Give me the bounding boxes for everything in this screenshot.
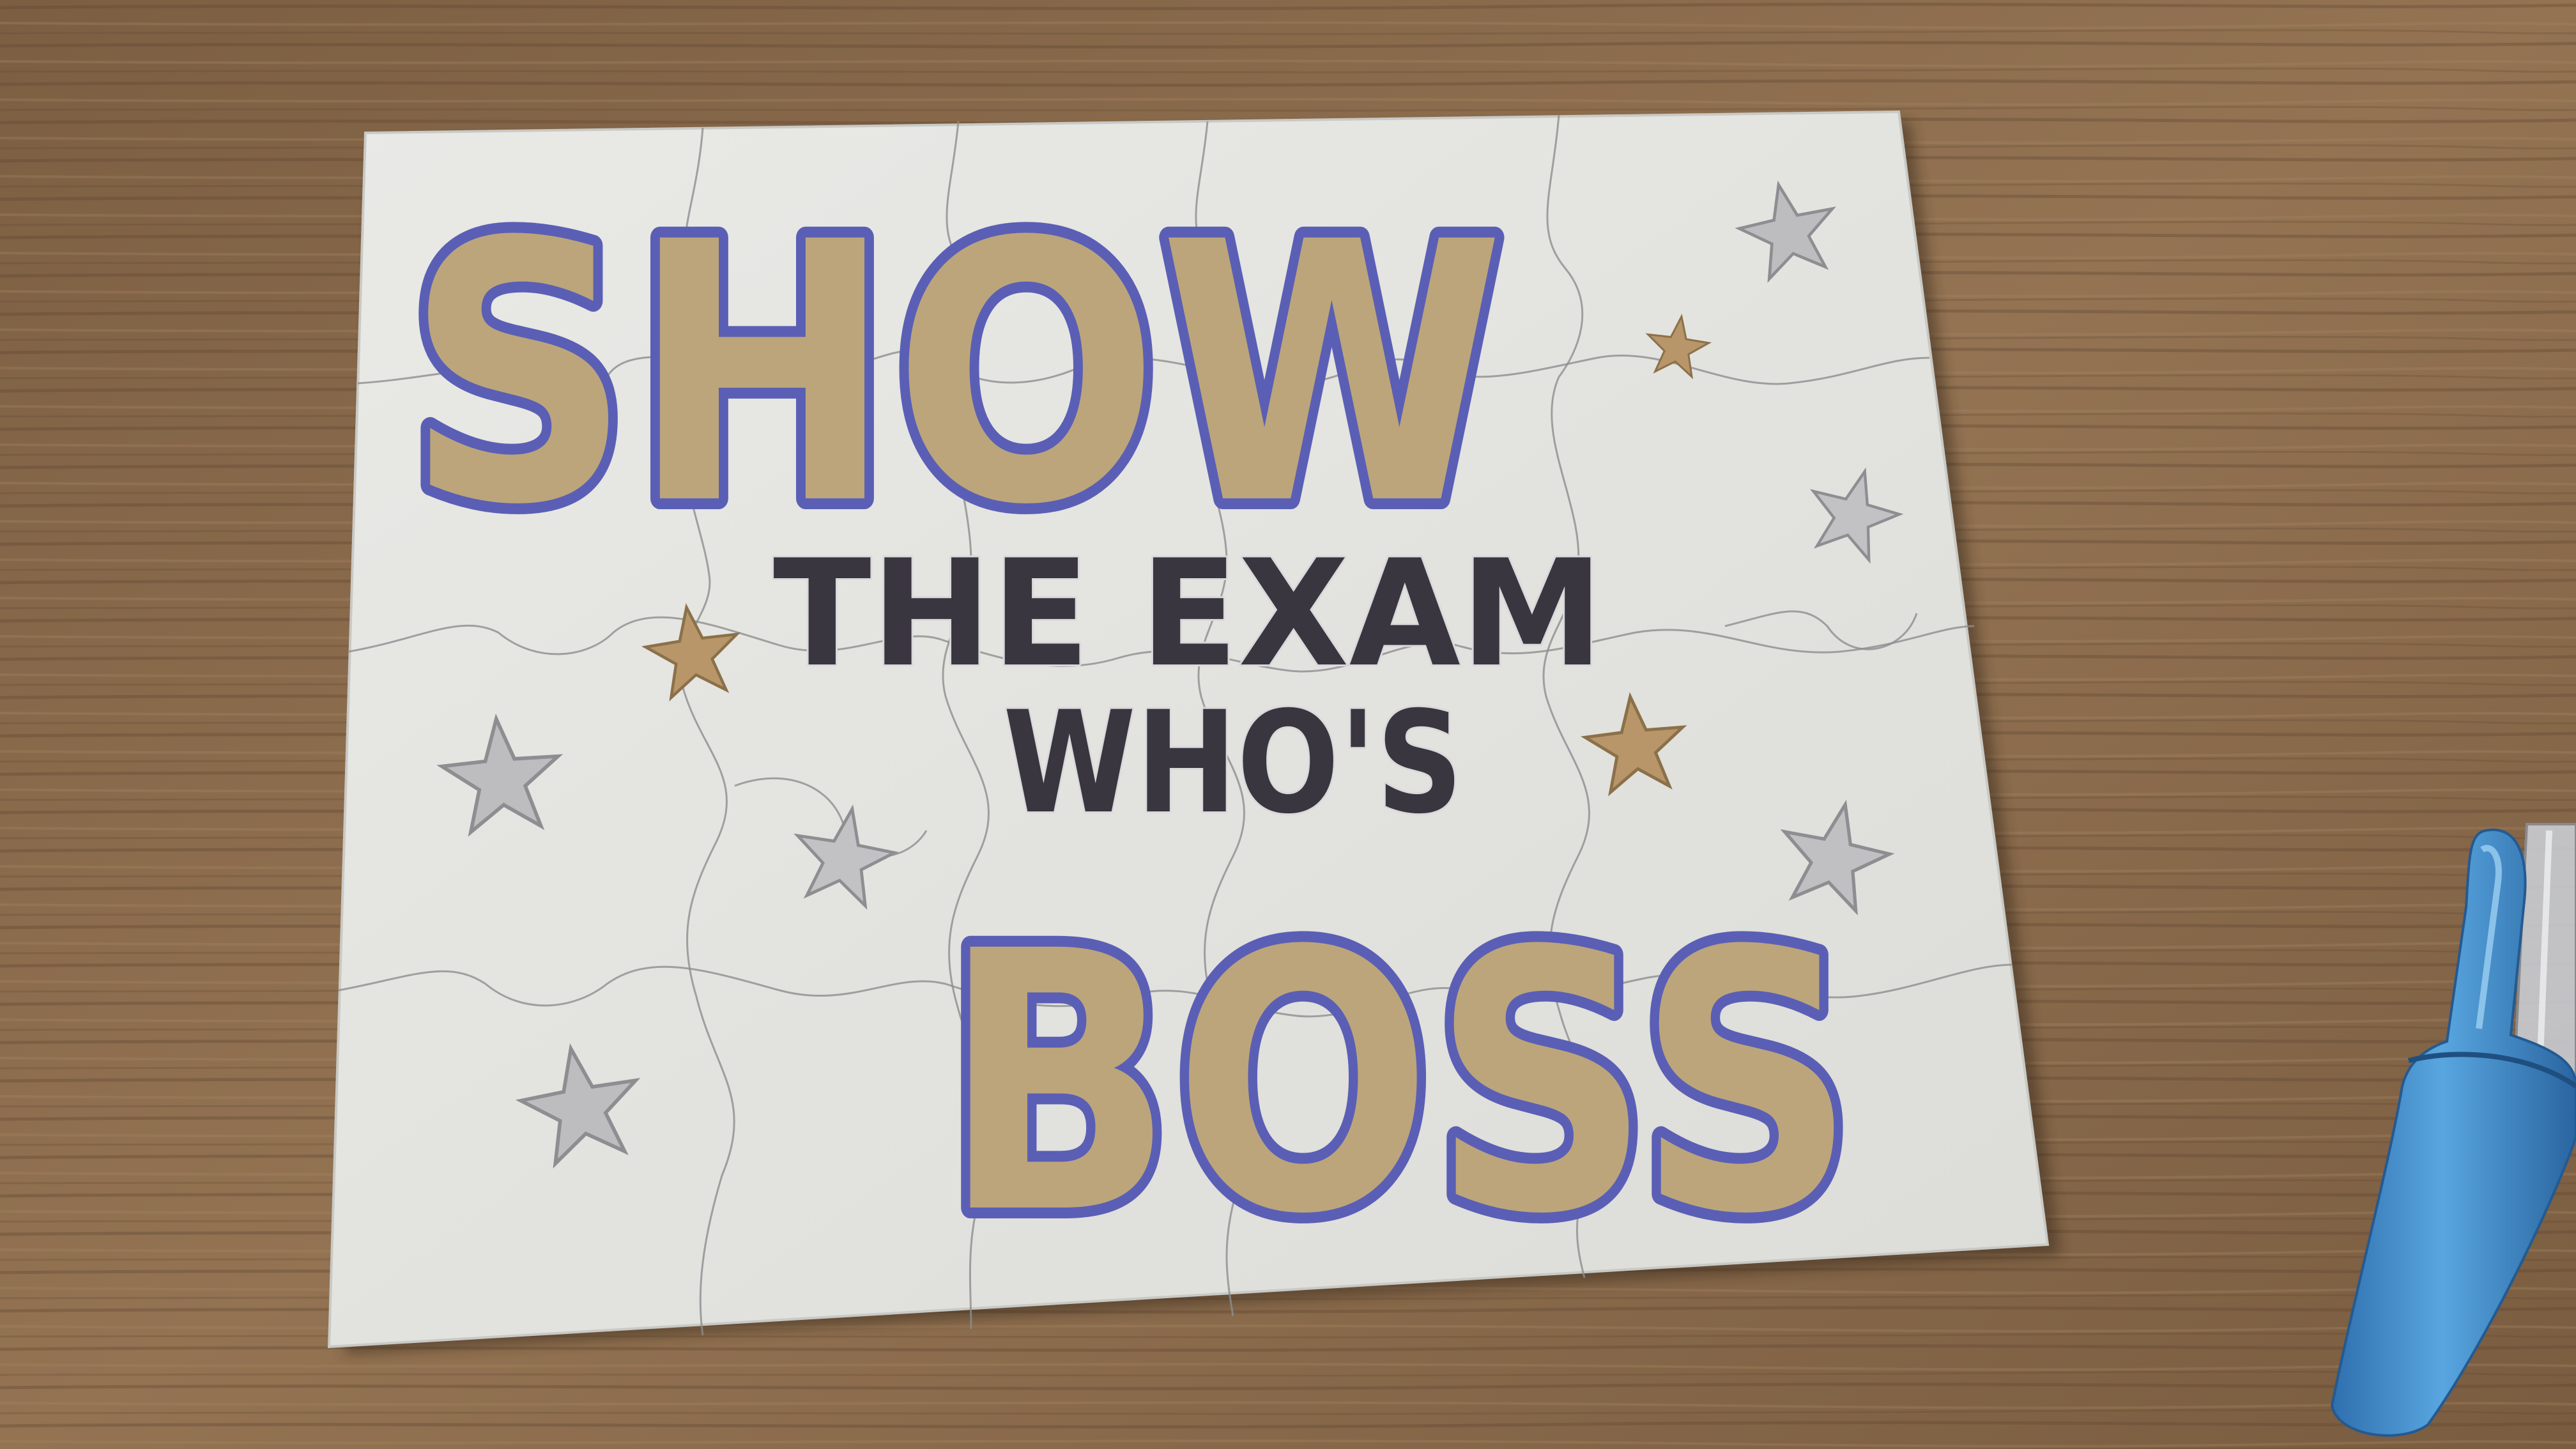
puzzle-text-whos: WHO'S: [1003, 681, 1463, 845]
puzzle-text-show: SHOW: [406, 167, 1505, 583]
puzzle-text-boss: BOSS: [942, 876, 1856, 1292]
puzzle-text-the-exam: THE EXAM: [773, 529, 1604, 700]
jigsaw-puzzle: SHOW THE EXAM WHO'S BOSS: [327, 110, 2050, 1349]
photo-scene: SHOW THE EXAM WHO'S BOSS: [0, 0, 2576, 1449]
